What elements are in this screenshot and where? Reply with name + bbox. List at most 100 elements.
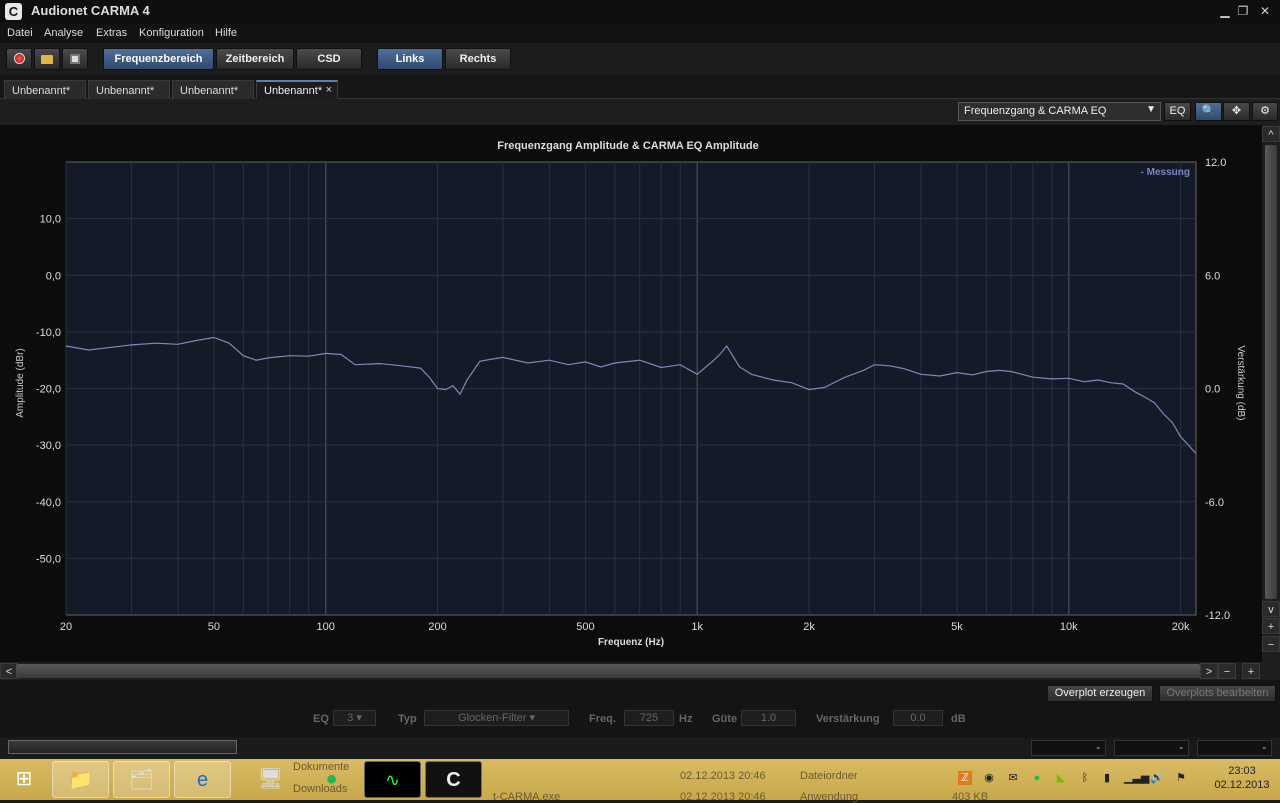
network-icon[interactable]: 🖥 (242, 761, 299, 798)
save-icon (70, 54, 80, 64)
clock-date: 02.12.2013 (1214, 779, 1270, 791)
tray-signal-icon[interactable]: ▁▃▅ (1124, 771, 1149, 785)
open-folder-icon (41, 55, 53, 64)
progress-bar (8, 740, 237, 754)
spotify-icon[interactable]: ● (303, 761, 360, 798)
menu-konfiguration[interactable]: Konfiguration (139, 27, 204, 39)
x-tick-label: 500 (576, 621, 594, 633)
plot-type-value: Frequenzgang & CARMA EQ (964, 105, 1107, 117)
tab-zeitbereich[interactable]: Zeitbereich (216, 48, 294, 70)
x-tick-label: 200 (428, 621, 446, 633)
ghost-text: 02.12.2013 20:46 (680, 770, 766, 782)
tray-nvidia-icon[interactable]: ◣ (1054, 771, 1068, 785)
x-tick-label: 2k (803, 621, 815, 633)
tray-volume-icon[interactable]: 🔊 (1150, 771, 1164, 785)
scroll-right-button[interactable]: > (1200, 663, 1218, 679)
eq-label: EQ (313, 713, 329, 725)
carma-app-icon[interactable]: C (425, 761, 482, 798)
tray-spotify-icon[interactable]: ● (1030, 771, 1044, 785)
horizontal-scrollbar[interactable]: < > − + (0, 662, 1280, 680)
gain-unit: dB (951, 713, 966, 725)
window-title: Audionet CARMA 4 (31, 3, 150, 18)
status-field: - (1031, 740, 1106, 756)
overplot-edit-button[interactable]: Overplots bearbeiten (1159, 685, 1276, 702)
internet-explorer-icon[interactable]: e (174, 761, 231, 798)
zoom-out-y-button[interactable]: − (1262, 636, 1280, 652)
menu-hilfe[interactable]: Hilfe (215, 27, 237, 39)
freq-unit: Hz (679, 713, 693, 725)
tray-flag-icon[interactable]: ⚑ (1174, 771, 1188, 785)
document-tab-active[interactable]: Unbenannt* × (256, 80, 338, 99)
ghost-text: 02.12.2013 20:46 (680, 791, 766, 803)
document-tab[interactable]: Unbenannt* (88, 80, 170, 99)
gute-input[interactable]: 1.0 (741, 710, 796, 726)
filter-type-select[interactable]: Glocken-Filter ▾ (424, 710, 569, 726)
taskbar-clock[interactable]: 23:03 02.12.2013 (1212, 765, 1272, 791)
eq-button[interactable]: EQ (1164, 102, 1191, 121)
freq-input[interactable]: 725 (624, 710, 674, 726)
menu-analyse[interactable]: Analyse (44, 27, 83, 39)
ghost-text: Dateiordner (800, 770, 858, 782)
x-tick-label: 5k (951, 621, 963, 633)
view-bar: Frequenzgang & CARMA EQ ▼ EQ 🔍 ✥ ⚙ (0, 99, 1280, 125)
oscilloscope-app-icon[interactable]: ∿ (364, 761, 421, 798)
gain-input[interactable]: 0.0 (893, 710, 943, 726)
y-tick-label: 0,0 (46, 270, 61, 282)
file-explorer-icon[interactable]: 📁 (52, 761, 109, 798)
close-tab-icon[interactable]: × (326, 84, 332, 96)
tray-mail-icon[interactable]: ✉ (1006, 771, 1020, 785)
zoom-in-x-button[interactable]: + (1242, 663, 1260, 679)
zoom-in-y-button[interactable]: + (1262, 618, 1280, 634)
restore-button[interactable]: ❐ (1234, 3, 1252, 19)
status-field: - (1114, 740, 1189, 756)
y-tick-label: -30,0 (36, 440, 61, 452)
ghost-text: 403 KB (952, 791, 989, 803)
tray-bluetooth-icon[interactable]: ᛒ (1078, 771, 1092, 785)
vertical-scroll-thumb[interactable] (1265, 145, 1277, 599)
record-button[interactable] (6, 48, 32, 70)
eq-select[interactable]: 3 ▾ (333, 710, 376, 726)
magnifier-icon: 🔍 (1201, 105, 1216, 117)
y-tick-label: -10,0 (36, 327, 61, 339)
overplot-create-button[interactable]: Overplot erzeugen (1047, 685, 1153, 702)
horizontal-scroll-thumb[interactable] (16, 664, 1200, 678)
close-window-button[interactable]: ✕ (1256, 3, 1274, 19)
menu-datei[interactable]: Datei (7, 27, 33, 39)
frequency-response-chart[interactable]: Frequenzgang Amplitude & CARMA EQ Amplit… (0, 125, 1262, 662)
y2-tick-label: 6.0 (1205, 270, 1220, 282)
y2-tick-label: 12.0 (1205, 157, 1226, 169)
x-tick-label: 20 (60, 621, 72, 633)
scroll-down-button[interactable]: v (1262, 601, 1280, 617)
tab-frequenzbereich[interactable]: Frequenzbereich (103, 48, 214, 70)
minimize-button[interactable]: ▁ (1216, 3, 1234, 19)
document-tab[interactable]: Unbenannt* (4, 80, 86, 99)
settings-button[interactable]: ⚙ (1252, 102, 1278, 121)
plot-type-select[interactable]: Frequenzgang & CARMA EQ ▼ (958, 102, 1161, 121)
x-axis-label: Frequenz (Hz) (598, 637, 664, 648)
windows-start-icon[interactable]: ⊞ (4, 761, 44, 798)
zoom-button[interactable]: 🔍 (1195, 102, 1222, 121)
open-button[interactable] (34, 48, 60, 70)
chevron-down-icon: ▼ (1146, 104, 1156, 115)
tray-wifi-icon[interactable]: ◉ (982, 771, 996, 785)
document-tabs: Unbenannt* Unbenannt* Unbenannt* Unbenan… (0, 75, 1280, 99)
x-tick-label: 20k (1172, 621, 1190, 633)
menu-extras[interactable]: Extras (96, 27, 127, 39)
scroll-up-button[interactable]: ^ (1262, 126, 1280, 142)
channel-links-button[interactable]: Links (377, 48, 443, 70)
zoom-out-x-button[interactable]: − (1218, 663, 1236, 679)
tab-csd[interactable]: CSD (296, 48, 362, 70)
tray-app-icon[interactable]: ℤ (958, 771, 972, 785)
y-tick-label: -50,0 (36, 553, 61, 565)
vertical-scrollbar[interactable]: ^ v + − (1262, 125, 1280, 662)
save-button[interactable] (62, 48, 88, 70)
pan-button[interactable]: ✥ (1223, 102, 1250, 121)
channel-rechts-button[interactable]: Rechts (445, 48, 511, 70)
tray-battery-icon[interactable]: ▮ (1100, 771, 1114, 785)
y-tick-label: -20,0 (36, 384, 61, 396)
y2-tick-label: -6.0 (1205, 497, 1224, 509)
y-axis-label: Amplitude (dBr) (15, 348, 26, 417)
plot-area: Frequenzgang Amplitude & CARMA EQ Amplit… (0, 125, 1262, 662)
libraries-icon[interactable]: 🗂 (113, 761, 170, 798)
document-tab[interactable]: Unbenannt* (172, 80, 254, 99)
